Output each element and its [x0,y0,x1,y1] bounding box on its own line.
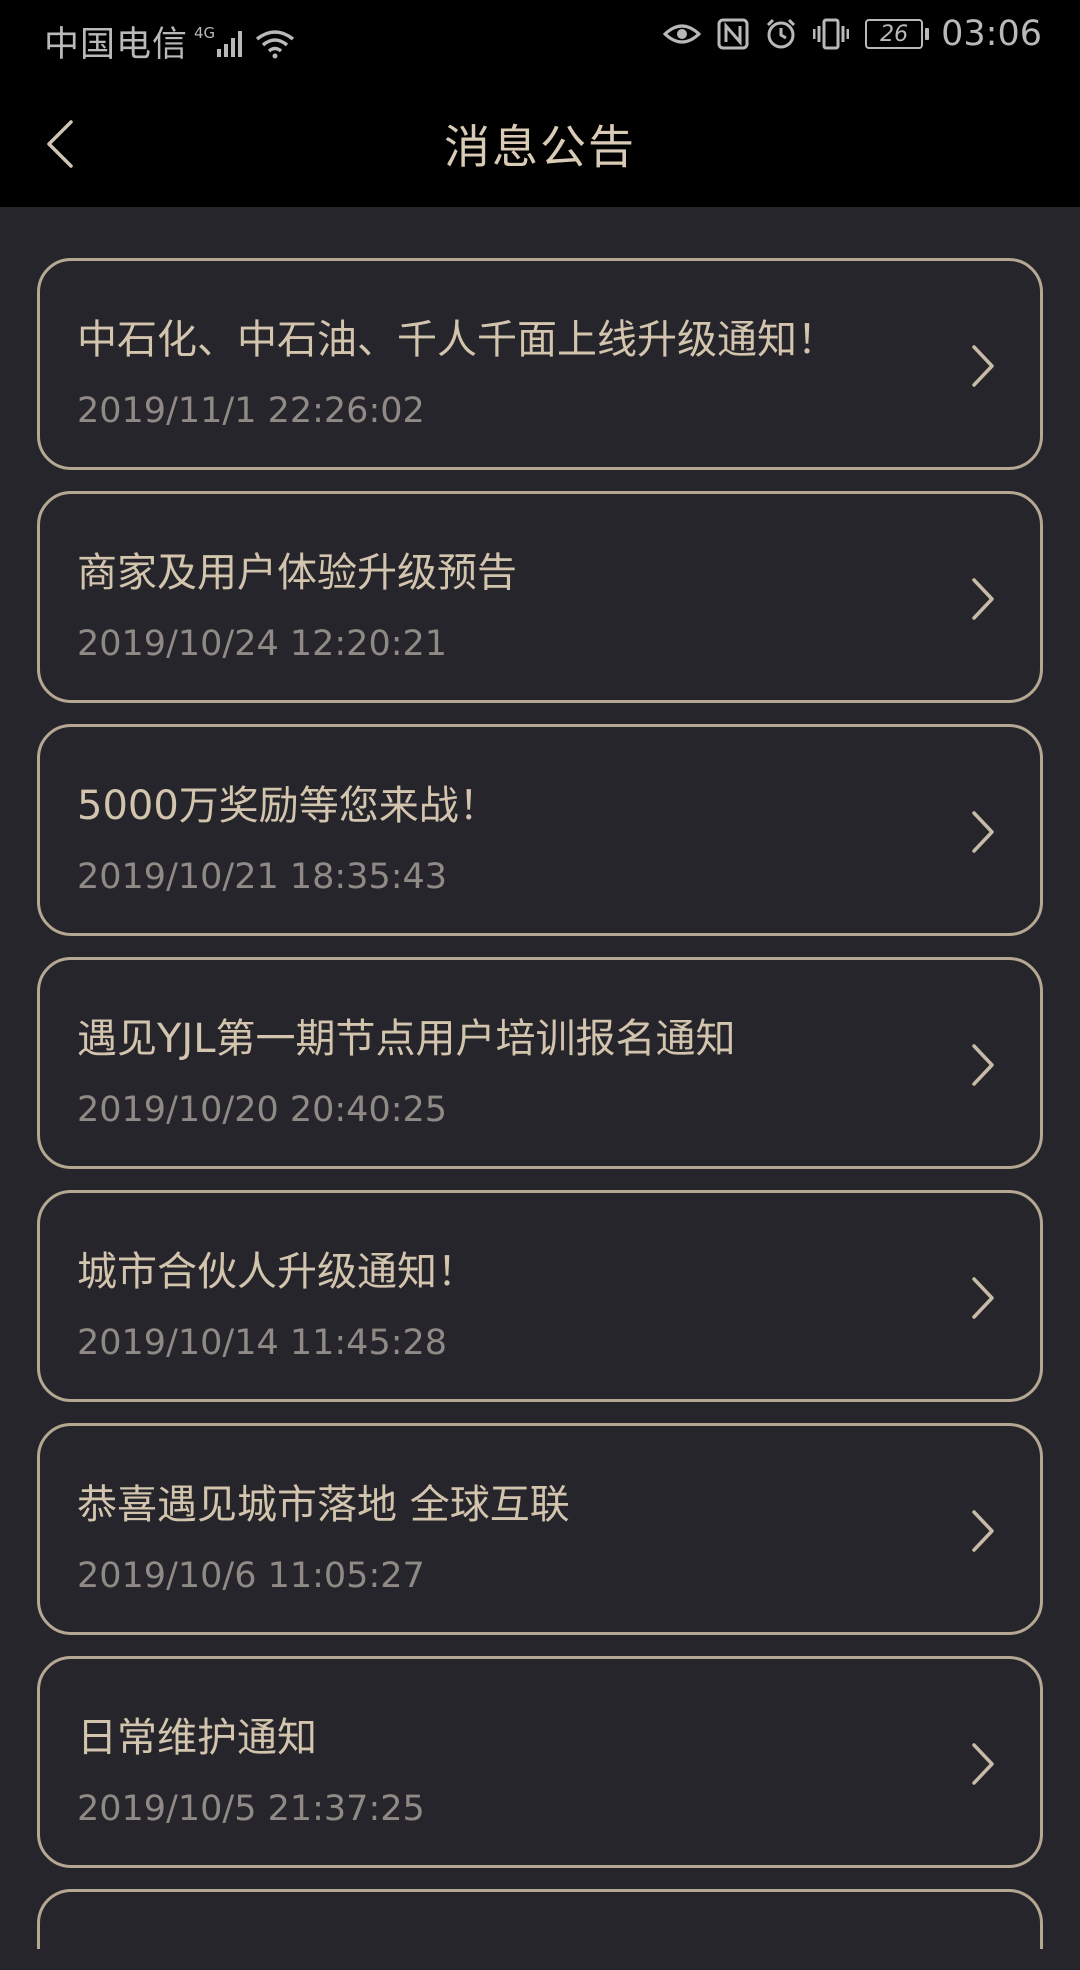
chevron-right-icon [972,1277,994,1319]
notice-card[interactable]: 5000万奖励等您来战！ 2019/10/21 18:35:43 [37,724,1043,936]
notice-date: 2019/10/5 21:37:25 [77,1789,425,1829]
notice-date: 2019/10/24 12:20:21 [77,624,448,664]
notice-title: 5000万奖励等您来战！ [77,783,499,829]
network-type-label: 4G [194,23,216,42]
notice-list: 中石化、中石油、千人千面上线升级通知！ 2019/11/1 22:26:02 商… [37,258,1043,1970]
chevron-right-icon [972,1510,994,1552]
status-left: 中国电信 4G [44,16,295,67]
notice-date: 2019/10/20 20:40:25 [77,1090,448,1130]
battery-level: 26 [880,21,909,47]
notice-title: 城市合伙人升级通知！ [77,1249,477,1295]
notice-date: 2019/10/6 11:05:27 [77,1556,425,1596]
status-bar: 中国电信 4G 26 03:06 [0,0,1080,75]
notice-card[interactable]: 商家及用户体验升级预告 2019/10/24 12:20:21 [37,491,1043,703]
status-right: 26 03:06 [647,14,1042,54]
clock-time: 03:06 [941,14,1042,54]
notice-date: 2019/10/14 11:45:28 [77,1323,448,1363]
notice-card[interactable]: 日常维护通知 2019/10/5 21:37:25 [37,1656,1043,1868]
chevron-right-icon [972,345,994,387]
alarm-icon [765,18,797,50]
app-header: 消息公告 [0,75,1080,207]
notice-date: 2019/11/1 22:26:02 [77,391,425,431]
notice-title: 日常维护通知 [77,1715,317,1761]
notice-card[interactable]: 遇见YJL第一期节点用户培训报名通知 2019/10/20 20:40:25 [37,957,1043,1169]
eye-icon [663,21,702,47]
notice-title: 中石化、中石油、千人千面上线升级通知！ [77,317,837,363]
notice-title: 商家及用户体验升级预告 [77,550,517,596]
notice-title: 遇见YJL第一期节点用户培训报名通知 [77,1016,736,1062]
carrier-label: 中国电信 [44,25,189,65]
notice-date: 2019/10/21 18:35:43 [77,857,448,897]
notice-card[interactable]: 恭喜遇见城市落地 全球互联 2019/10/6 11:05:27 [37,1423,1043,1635]
notice-card-partial[interactable] [37,1889,1043,1949]
vibrate-icon [813,18,850,50]
chevron-right-icon [972,578,994,620]
notice-card[interactable]: 中石化、中石油、千人千面上线升级通知！ 2019/11/1 22:26:02 [37,258,1043,470]
page-title: 消息公告 [444,120,636,174]
wifi-icon [256,29,295,58]
notice-title: 恭喜遇见城市落地 全球互联 [77,1482,570,1528]
nfc-icon [717,18,749,50]
signal-icon [217,30,243,57]
notice-card[interactable]: 城市合伙人升级通知！ 2019/10/14 11:45:28 [37,1190,1043,1402]
chevron-right-icon [972,1743,994,1785]
battery-icon: 26 [865,19,930,49]
chevron-right-icon [972,1044,994,1086]
chevron-right-icon [972,811,994,853]
